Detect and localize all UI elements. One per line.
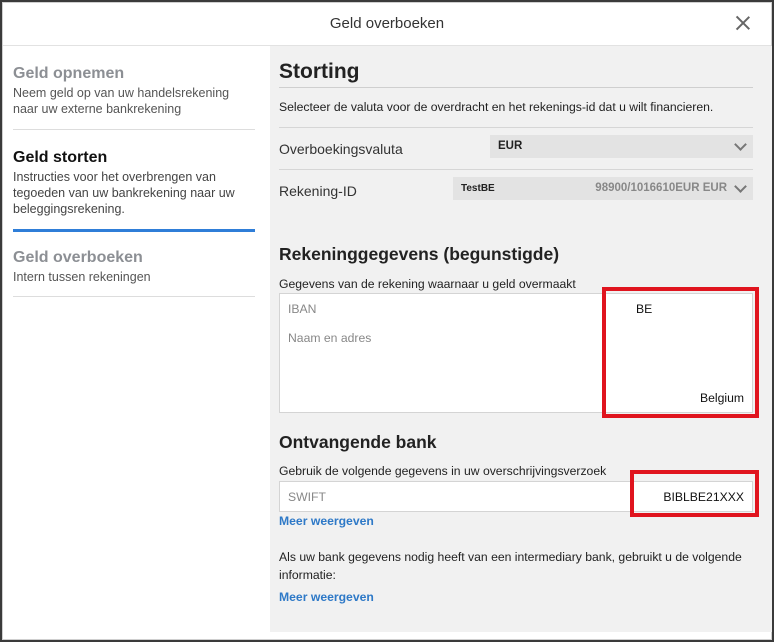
- account-select[interactable]: TestBE 98900/1016610EUR EUR: [453, 177, 753, 200]
- sidebar-item-title: Geld overboeken: [13, 249, 143, 266]
- name-address-placeholder: Naam en adres: [288, 331, 372, 345]
- account-value: 98900/1016610EUR EUR: [595, 182, 727, 194]
- dialog-titlebar: Geld overboeken: [3, 3, 771, 46]
- sidebar-item-desc: Neem geld op van uw handelsrekening naar…: [13, 86, 230, 116]
- sidebar: Geld opnemen Neem geld op van uw handels…: [3, 46, 269, 639]
- chevron-down-icon: [734, 180, 747, 193]
- beneficiary-heading: Rekeninggegevens (begunstigde): [279, 244, 560, 264]
- iban-placeholder: IBAN: [288, 302, 317, 316]
- page-title: Storting: [279, 60, 360, 83]
- transfer-dialog: Geld overboeken Geld opnemen Neem geld o…: [2, 2, 772, 640]
- currency-label: Overboekingsvaluta: [279, 141, 403, 157]
- swift-placeholder: SWIFT: [288, 490, 326, 504]
- account-name: TestBE: [461, 183, 495, 194]
- receiving-bank-heading: Ontvangende bank: [279, 432, 437, 452]
- dialog-title: Geld overboeken: [329, 15, 445, 32]
- receiving-bank-subtext: Gebruik de volgende gegevens in uw overs…: [279, 464, 607, 478]
- sidebar-item-desc: Intern tussen rekeningen: [13, 270, 151, 284]
- show-more-link[interactable]: Meer weergeven: [279, 590, 374, 604]
- highlight-box: [602, 287, 759, 418]
- sidebar-item-title: Geld opnemen: [13, 65, 125, 82]
- intro-text: Selecteer de valuta voor de overdracht e…: [279, 100, 714, 114]
- currency-select[interactable]: EUR: [490, 135, 753, 158]
- sidebar-item-desc: Instructies voor het overbrengen van teg…: [13, 170, 235, 216]
- deposit-panel: Storting Selecteer de valuta voor de ove…: [270, 46, 772, 632]
- divider: [279, 87, 753, 88]
- highlight-box: [630, 470, 759, 517]
- sidebar-item-deposit[interactable]: Geld storten Instructies voor het overbr…: [13, 149, 255, 232]
- sidebar-item-transfer[interactable]: Geld overboeken Intern tussen rekeningen: [13, 249, 255, 297]
- account-row: Rekening-ID TestBE 98900/1016610EUR EUR: [279, 169, 753, 210]
- show-more-link[interactable]: Meer weergeven: [279, 514, 374, 528]
- close-icon[interactable]: [735, 15, 751, 31]
- account-label: Rekening-ID: [279, 183, 357, 199]
- beneficiary-subtext: Gegevens van de rekening waarnaar u geld…: [279, 277, 576, 291]
- chevron-down-icon: [734, 138, 747, 151]
- currency-value: EUR: [498, 140, 523, 152]
- sidebar-item-title: Geld storten: [13, 149, 108, 166]
- currency-row: Overboekingsvaluta EUR: [279, 127, 753, 168]
- sidebar-item-withdraw[interactable]: Geld opnemen Neem geld op van uw handels…: [13, 65, 255, 130]
- intermediary-note: Als uw bank gegevens nodig heeft van een…: [279, 550, 742, 582]
